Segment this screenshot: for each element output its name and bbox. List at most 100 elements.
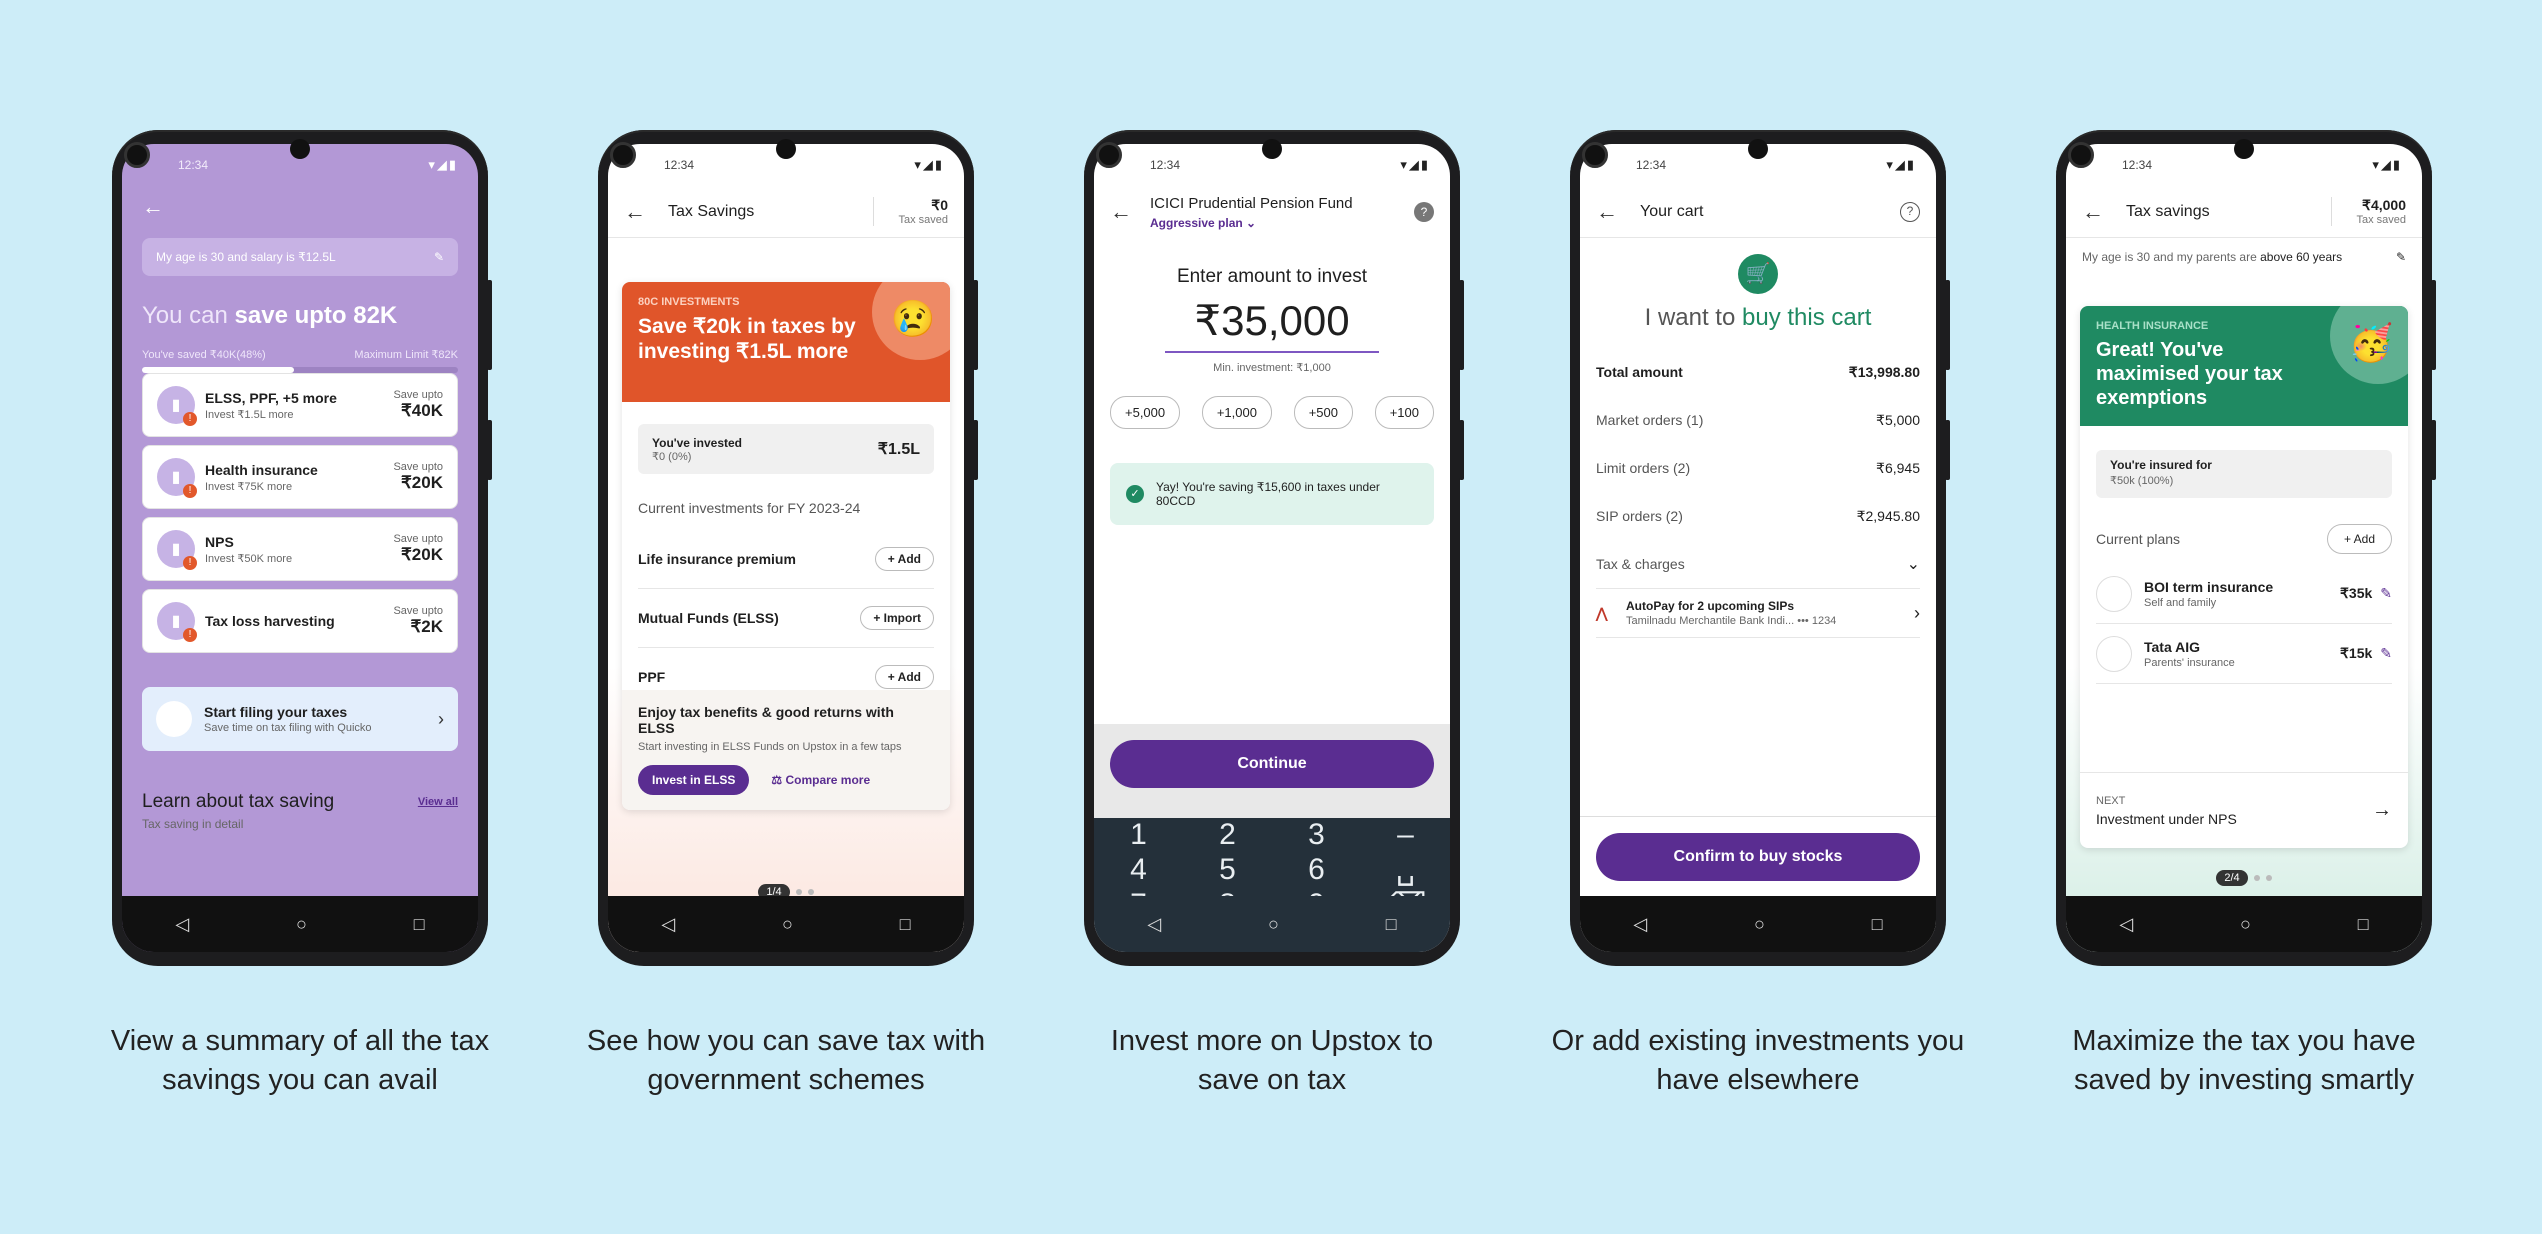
scheme-card: 80C INVESTMENTS Save ₹20k in taxes by in…: [622, 282, 950, 810]
camera: [290, 139, 310, 159]
insurance-hero: HEALTH INSURANCE Great! You've maximised…: [2080, 306, 2408, 426]
plan-row[interactable]: Tata AIG Parents' insurance ₹15k ✎: [2096, 624, 2392, 684]
savings-item[interactable]: ▮! Tax loss harvesting Save upto ₹2K: [142, 589, 458, 653]
next-step-info: NEXT Investment under NPS: [2096, 795, 2237, 827]
numeric-keypad: 123–456␣789⌫,0.↵: [1094, 818, 1450, 952]
system-nav-bar: ◁ ○ □: [608, 896, 964, 952]
plan-dropdown[interactable]: Aggressive plan ⌄: [1150, 216, 1353, 230]
page-counter: 2/4: [2216, 870, 2248, 886]
back-arrow-icon[interactable]: ←: [142, 194, 458, 220]
nav-home-icon[interactable]: ○: [2240, 914, 2251, 935]
phone-4: 12:34 ▾◢▮ ← Your cart ? 🛒 I want to buy …: [1570, 130, 1950, 966]
camera: [1582, 142, 1608, 168]
learn-subtitle: Tax saving in detail: [142, 817, 244, 831]
add-plan-button[interactable]: + Add: [2326, 524, 2392, 554]
nav-recent-icon[interactable]: □: [1872, 914, 1883, 935]
nav-back-icon[interactable]: ◁: [1147, 914, 1161, 935]
savings-item-info: NPS Invest ₹50K more: [205, 534, 292, 565]
back-arrow-icon[interactable]: ←: [624, 199, 646, 225]
tax-charges-row[interactable]: Tax & charges ⌄: [1596, 540, 1920, 588]
start-filing-card[interactable]: Start filing your taxes Save time on tax…: [142, 687, 458, 751]
tax-saving-banner: ✓ Yay! You're saving ₹15,600 in taxes un…: [1110, 463, 1434, 525]
profile-info-bar[interactable]: My age is 30 and salary is ₹12.5L ✎: [142, 238, 458, 276]
nav-home-icon[interactable]: ○: [1754, 914, 1765, 935]
edit-pencil-icon[interactable]: ✎: [2396, 250, 2406, 264]
nav-back-icon[interactable]: ◁: [175, 914, 189, 935]
quick-add-button[interactable]: +1,000: [1201, 396, 1272, 429]
confirm-buy-button[interactable]: Confirm to buy stocks: [1596, 833, 1920, 881]
keypad-key-label: 1: [1130, 818, 1147, 851]
keypad-key[interactable]: 3: [1272, 818, 1361, 852]
plan-sub: Parents' insurance: [2144, 656, 2235, 669]
back-arrow-icon[interactable]: ←: [1596, 199, 1618, 225]
quick-add-button[interactable]: +100: [1374, 396, 1434, 429]
party-face-icon: 🥳: [2330, 306, 2408, 384]
alert-badge-icon: !: [183, 556, 197, 570]
savings-item[interactable]: ▮! Health insurance Invest ₹75K more Save u…: [142, 445, 458, 509]
invest-in-elss-button[interactable]: Invest in ELSS: [638, 765, 750, 795]
nav-recent-icon[interactable]: □: [2358, 914, 2369, 935]
nav-back-icon[interactable]: ◁: [661, 914, 675, 935]
save-upto-label: Save upto: [393, 389, 443, 401]
keypad-key[interactable]: 1: [1094, 818, 1183, 852]
page-dot: [2253, 875, 2260, 881]
keypad-key[interactable]: ␣: [1361, 852, 1450, 887]
view-all-link[interactable]: View all: [418, 796, 458, 808]
page-dot: [795, 889, 802, 895]
keypad-key[interactable]: –: [1361, 818, 1450, 852]
nav-home-icon[interactable]: ○: [782, 914, 793, 935]
tax-charges-label: Tax & charges: [1596, 556, 1685, 572]
keypad-key[interactable]: 5: [1183, 853, 1272, 887]
camera: [776, 139, 796, 159]
edit-pencil-icon[interactable]: ✎: [2380, 645, 2392, 662]
camera: [2068, 142, 2094, 168]
investment-action-button[interactable]: + Import: [860, 606, 934, 630]
current-plans-header: Current plans + Add: [2096, 524, 2392, 554]
nav-back-icon[interactable]: ◁: [1633, 914, 1647, 935]
alert-badge-icon: !: [183, 412, 197, 426]
promo-title: Enjoy tax benefits & good returns with E…: [638, 704, 894, 736]
quick-add-button[interactable]: +500: [1293, 396, 1353, 429]
investment-action-button[interactable]: + Add: [874, 547, 934, 571]
quick-add-button[interactable]: +5,000: [1110, 396, 1181, 429]
nav-recent-icon[interactable]: □: [900, 914, 911, 935]
cart-line: Total amount ₹13,998.80: [1596, 348, 1920, 396]
investment-label: PPF: [638, 669, 666, 685]
insurer-logo-icon: [2096, 635, 2132, 672]
next-step-row[interactable]: NEXT Investment under NPS →: [2080, 772, 2408, 848]
cart-line-value: ₹13,998.80: [1848, 363, 1920, 380]
edit-pencil-icon[interactable]: ✎: [2380, 585, 2392, 602]
nav-back-icon[interactable]: ◁: [2119, 914, 2133, 935]
investment-action-button[interactable]: + Add: [874, 665, 934, 689]
caption-1: View a summary of all the tax savings yo…: [110, 1025, 490, 1096]
nav-recent-icon[interactable]: □: [414, 914, 425, 935]
back-arrow-icon[interactable]: ←: [2082, 199, 2104, 225]
back-arrow-icon[interactable]: ←: [1110, 199, 1132, 225]
continue-button[interactable]: Continue: [1110, 740, 1434, 788]
status-time: 12:34: [1150, 158, 1181, 172]
keypad-key-label: 4: [1130, 852, 1147, 886]
nav-recent-icon[interactable]: □: [1386, 914, 1397, 935]
nav-home-icon[interactable]: ○: [1268, 914, 1279, 935]
keypad-key[interactable]: 6: [1272, 853, 1361, 887]
keypad-key[interactable]: 2: [1183, 818, 1272, 852]
tax-saved-box: ₹4,000 Tax saved: [2331, 197, 2406, 226]
edit-pencil-icon[interactable]: ✎: [434, 250, 444, 264]
savings-item[interactable]: ▮! NPS Invest ₹50K more Save upto ₹20K: [142, 517, 458, 581]
fund-name: ICICI Prudential Pension Fund: [1150, 194, 1353, 212]
savings-item[interactable]: ▮! ELSS, PPF, +5 more Invest ₹1.5L more Sav…: [142, 373, 458, 437]
cart-icon: 🛒: [1738, 254, 1778, 294]
profile-info-bar[interactable]: My age is 30 and my parents are above 60…: [2066, 238, 2422, 276]
help-icon[interactable]: ?: [1900, 201, 1920, 222]
keypad-key-label: 6: [1308, 852, 1325, 886]
compare-more-link[interactable]: ⚖ Compare more: [771, 773, 870, 787]
insurance-card: HEALTH INSURANCE Great! You've maximised…: [2080, 306, 2408, 848]
autopay-row[interactable]: ⋀ AutoPay for 2 upcoming SIPs Tamilnadu …: [1596, 588, 1920, 638]
amount-input[interactable]: ₹35,000: [1094, 296, 1450, 345]
cart-headline-prefix: I want to: [1644, 304, 1742, 331]
save-upto-amount: ₹2K: [410, 617, 443, 636]
plan-row[interactable]: BOI term insurance Self and family ₹35k ✎: [2096, 564, 2392, 624]
keypad-key[interactable]: 4: [1094, 853, 1183, 887]
help-icon[interactable]: ?: [1414, 202, 1434, 222]
nav-home-icon[interactable]: ○: [296, 914, 307, 935]
